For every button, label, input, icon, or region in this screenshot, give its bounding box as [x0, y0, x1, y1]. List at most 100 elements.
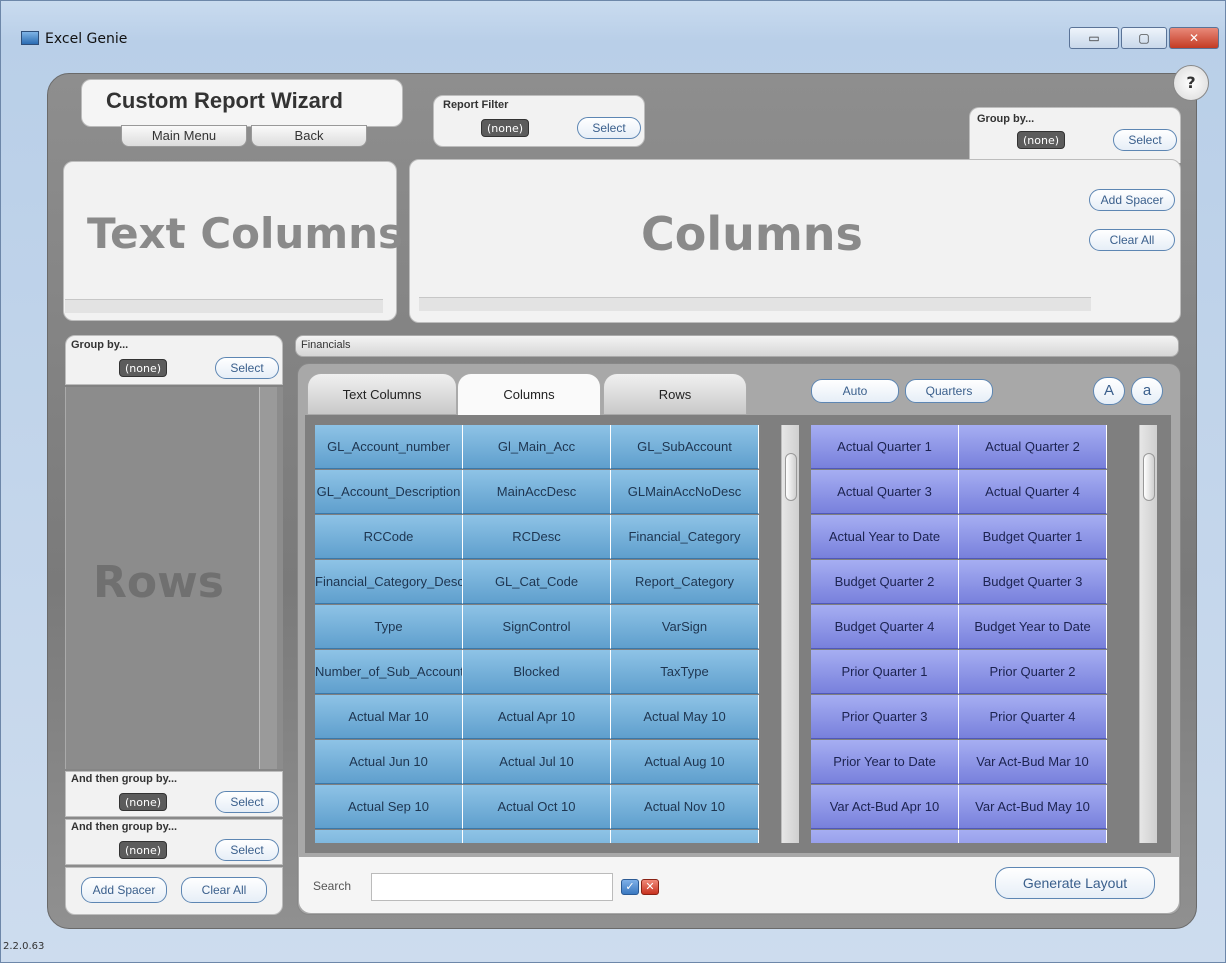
field-grid-cell[interactable]: GL_Account_number [315, 425, 463, 469]
field-grid-cell[interactable]: Number_of_Sub_Accounts [315, 650, 463, 694]
period-grid-cell[interactable] [959, 830, 1107, 843]
then-group-by-1-label: And then group by... [71, 773, 178, 785]
period-grid-cell[interactable]: Actual Quarter 1 [811, 425, 959, 469]
period-grid-cell[interactable]: Prior Quarter 3 [811, 695, 959, 739]
field-grid-cell[interactable]: Actual Oct 10 [463, 785, 611, 829]
period-grid-cell[interactable]: Budget Year to Date [959, 605, 1107, 649]
field-grid-cell[interactable]: VarSign [611, 605, 759, 649]
field-grid-cell[interactable] [315, 830, 463, 843]
top-group-by-select-button[interactable]: Select [1113, 129, 1177, 151]
period-grid-cell[interactable]: Var Act-Bud Mar 10 [959, 740, 1107, 784]
app-window: Excel Genie ▭ ▢ ✕ ? Custom Report Wizard… [0, 0, 1226, 963]
select-all-icon[interactable]: ✓ [621, 879, 639, 895]
uppercase-button[interactable]: A [1093, 377, 1125, 405]
period-grid-cell[interactable]: Actual Year to Date [811, 515, 959, 559]
rows-add-spacer-button[interactable]: Add Spacer [81, 877, 167, 903]
quarters-button[interactable]: Quarters [905, 379, 993, 403]
then-group-by-2-select-button[interactable]: Select [215, 839, 279, 861]
tab-rows[interactable]: Rows [603, 373, 747, 415]
period-grid-scroll-thumb[interactable] [1143, 453, 1155, 501]
window-title: Excel Genie [45, 31, 128, 47]
search-input[interactable] [371, 873, 613, 901]
field-grid-cell[interactable]: TaxType [611, 650, 759, 694]
columns-add-spacer-button[interactable]: Add Spacer [1089, 189, 1175, 211]
field-grid-cell[interactable]: Blocked [463, 650, 611, 694]
field-grid-cell[interactable]: GLMainAccNoDesc [611, 470, 759, 514]
auto-button[interactable]: Auto [811, 379, 899, 403]
minimize-button[interactable]: ▭ [1069, 27, 1119, 49]
app-icon [21, 31, 39, 45]
version-label: 2.2.0.63 [3, 941, 45, 952]
lowercase-button[interactable]: a [1131, 377, 1163, 405]
then-group-by-2-value: (none) [119, 841, 167, 859]
search-label: Search [313, 879, 352, 893]
close-button[interactable]: ✕ [1169, 27, 1219, 49]
field-grid-scrollbar[interactable] [781, 425, 799, 843]
period-grid-cell[interactable]: Prior Quarter 2 [959, 650, 1107, 694]
rows-clear-all-button[interactable]: Clear All [181, 877, 267, 903]
field-grid-cell[interactable] [463, 830, 611, 843]
field-grid-cell[interactable]: GL_Account_Description [315, 470, 463, 514]
report-filter-label: Report Filter [443, 99, 509, 111]
report-filter-value: (none) [481, 119, 529, 137]
field-grid-cell[interactable]: Gl_Main_Acc [463, 425, 611, 469]
text-columns-scrollbar[interactable] [65, 299, 383, 313]
tab-columns[interactable]: Columns [457, 373, 601, 415]
rows-scrollbar[interactable] [259, 387, 277, 769]
report-filter-select-button[interactable]: Select [577, 117, 641, 139]
field-grid-cell[interactable]: Actual Nov 10 [611, 785, 759, 829]
field-grid-cell[interactable]: RCDesc [463, 515, 611, 559]
wizard-title-box: Custom Report Wizard [81, 79, 403, 127]
field-grid-cell[interactable]: GL_Cat_Code [463, 560, 611, 604]
period-grid-scrollbar[interactable] [1139, 425, 1157, 843]
period-grid-cell[interactable]: Budget Quarter 4 [811, 605, 959, 649]
rows-group-by-select-button[interactable]: Select [215, 357, 279, 379]
field-grid-cell[interactable]: RCCode [315, 515, 463, 559]
field-grid-cell[interactable] [611, 830, 759, 843]
maximize-button[interactable]: ▢ [1121, 27, 1167, 49]
tab-text-columns[interactable]: Text Columns [307, 373, 457, 415]
field-grid-cell[interactable]: Actual Jul 10 [463, 740, 611, 784]
columns-scrollbar[interactable] [419, 297, 1091, 311]
field-grid-cell[interactable]: Actual May 10 [611, 695, 759, 739]
period-grid-cell[interactable]: Actual Quarter 3 [811, 470, 959, 514]
period-grid-cell[interactable]: Prior Quarter 4 [959, 695, 1107, 739]
financials-bar [295, 335, 1179, 357]
main-menu-button[interactable]: Main Menu [121, 125, 247, 147]
field-grid-cell[interactable]: MainAccDesc [463, 470, 611, 514]
clear-selection-icon[interactable]: ✕ [641, 879, 659, 895]
field-grid-cell[interactable]: SignControl [463, 605, 611, 649]
period-grid-cell[interactable]: Budget Quarter 3 [959, 560, 1107, 604]
field-grid-cell[interactable]: Report_Category [611, 560, 759, 604]
generate-layout-button[interactable]: Generate Layout [995, 867, 1155, 899]
period-grid-cell[interactable]: Var Act-Bud Apr 10 [811, 785, 959, 829]
period-grid-cell[interactable]: Budget Quarter 2 [811, 560, 959, 604]
field-grid-cell[interactable]: Type [315, 605, 463, 649]
period-grid-cell[interactable] [811, 830, 959, 843]
help-button[interactable]: ? [1173, 65, 1209, 101]
field-grid-cell[interactable]: Actual Mar 10 [315, 695, 463, 739]
field-grid-cell[interactable]: Financial_Category_Description [315, 560, 463, 604]
back-button[interactable]: Back [251, 125, 367, 147]
period-grid-cell[interactable]: Actual Quarter 2 [959, 425, 1107, 469]
page-title: Custom Report Wizard [106, 88, 343, 113]
period-grid-cell[interactable]: Budget Quarter 1 [959, 515, 1107, 559]
field-grid-cell[interactable]: Actual Apr 10 [463, 695, 611, 739]
period-grid-cell[interactable]: Var Act-Bud May 10 [959, 785, 1107, 829]
field-grid-cell[interactable]: GL_SubAccount [611, 425, 759, 469]
period-grid-cell[interactable]: Actual Quarter 4 [959, 470, 1107, 514]
financials-label: Financials [301, 339, 351, 351]
columns-clear-all-button[interactable]: Clear All [1089, 229, 1175, 251]
rows-group-by-label: Group by... [71, 339, 129, 351]
field-grid-scroll-thumb[interactable] [785, 453, 797, 501]
text-columns-title: Text Columns [87, 209, 403, 258]
field-grid-cell[interactable]: Actual Jun 10 [315, 740, 463, 784]
period-grid-cell[interactable]: Prior Quarter 1 [811, 650, 959, 694]
columns-title: Columns [641, 207, 863, 261]
field-grid-cell[interactable]: Actual Aug 10 [611, 740, 759, 784]
field-grid-cell[interactable]: Financial_Category [611, 515, 759, 559]
field-grid: GL_Account_number Gl_Main_Acc GL_SubAccoun… [315, 425, 761, 843]
period-grid-cell[interactable]: Prior Year to Date [811, 740, 959, 784]
then-group-by-1-select-button[interactable]: Select [215, 791, 279, 813]
field-grid-cell[interactable]: Actual Sep 10 [315, 785, 463, 829]
